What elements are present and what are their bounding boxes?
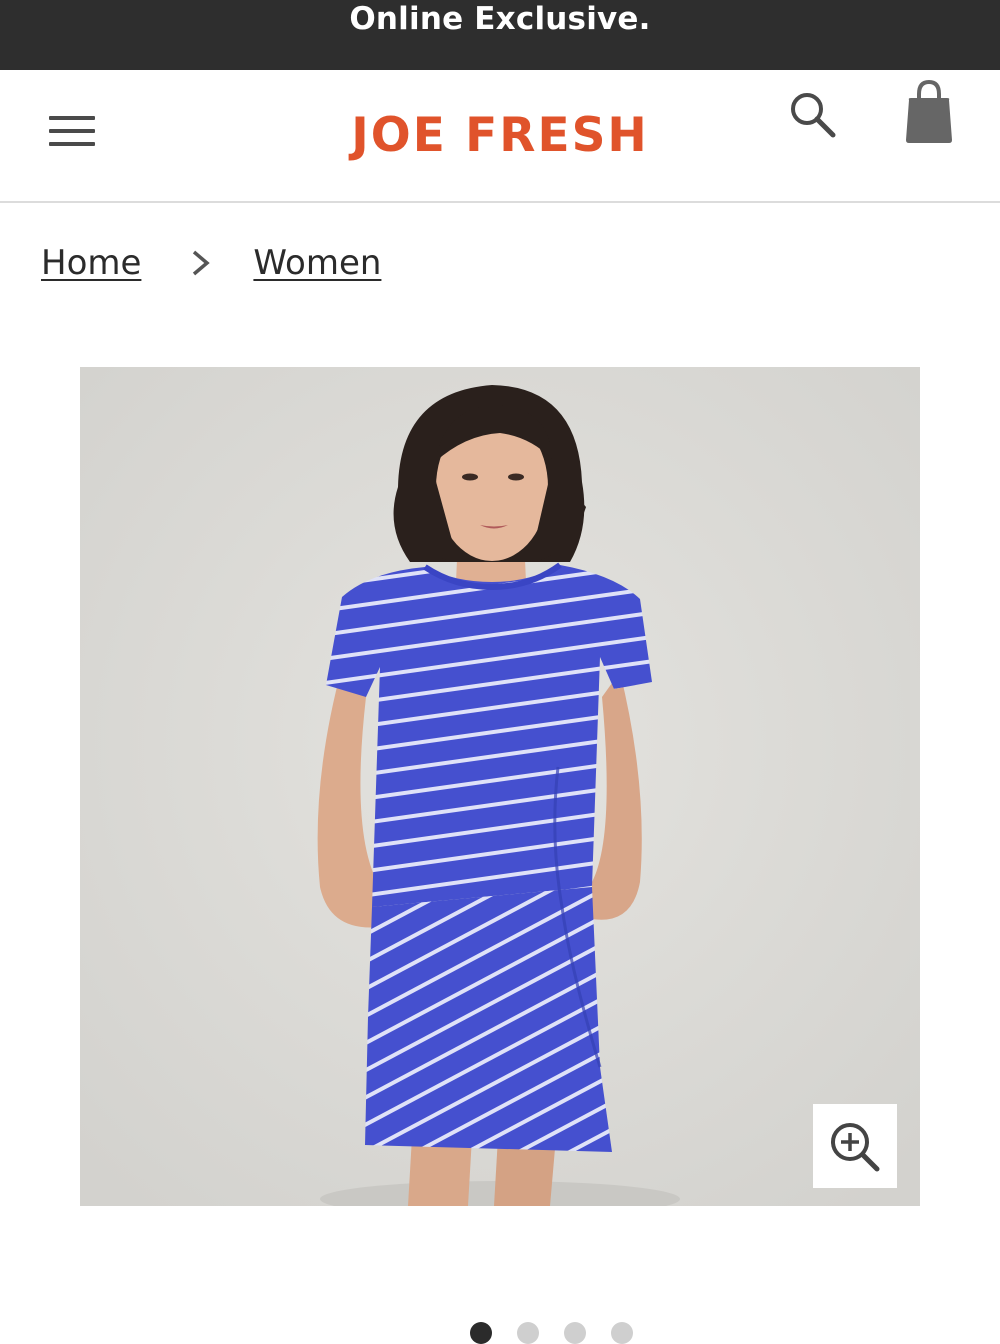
search-icon[interactable] (786, 88, 840, 142)
promo-text: Online Exclusive. (349, 1, 651, 37)
carousel-dot-2[interactable] (517, 1322, 539, 1344)
carousel-dot-1[interactable] (470, 1322, 492, 1344)
hamburger-menu-icon[interactable] (46, 112, 100, 154)
breadcrumb-women-link[interactable]: Women (253, 243, 381, 283)
brand-logo[interactable]: JOE FRESH (300, 108, 700, 164)
chevron-right-icon (189, 246, 213, 280)
product-image[interactable] (80, 367, 920, 1206)
promo-banner: Online Exclusive. (0, 0, 1000, 70)
carousel-dot-3[interactable] (564, 1322, 586, 1344)
shopping-bag-icon[interactable] (900, 78, 958, 148)
site-header: JOE FRESH (0, 70, 1000, 203)
carousel-dot-4[interactable] (611, 1322, 633, 1344)
breadcrumb: Home Women (41, 238, 381, 288)
zoom-in-icon[interactable] (813, 1104, 897, 1188)
breadcrumb-home-link[interactable]: Home (41, 243, 141, 283)
